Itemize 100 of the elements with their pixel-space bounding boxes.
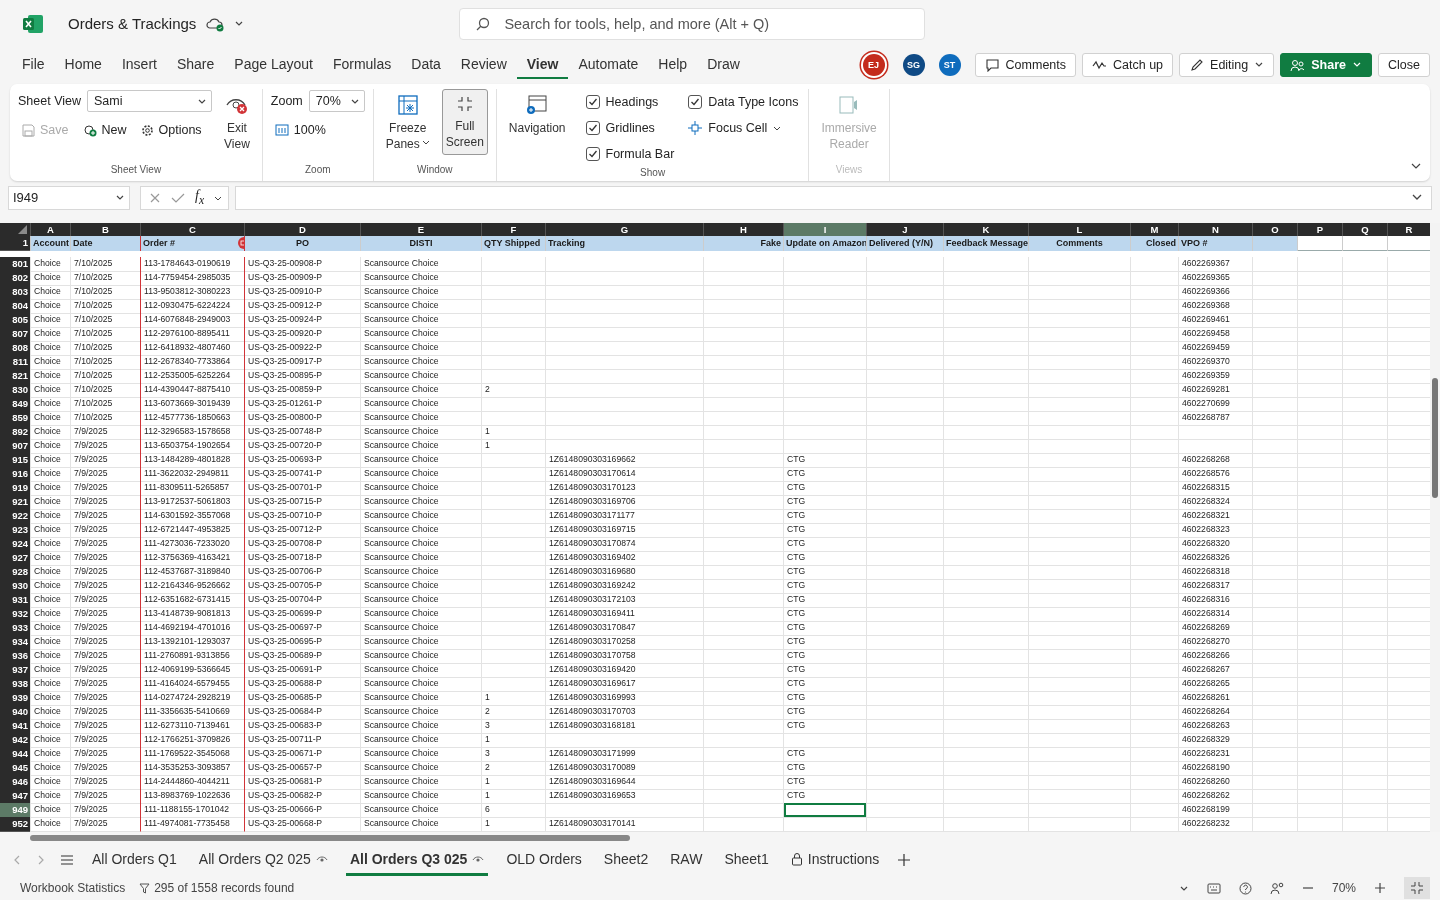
column-header[interactable]: J bbox=[866, 222, 943, 236]
menu-tab[interactable]: File bbox=[12, 50, 55, 80]
options-button[interactable]: Options bbox=[136, 121, 206, 140]
table-cell: 1Z6148090303171177 bbox=[545, 508, 703, 524]
user-avatar[interactable]: ST bbox=[938, 53, 961, 76]
table-cell: 1Z6148090303170758 bbox=[545, 648, 703, 664]
menu-tab[interactable]: Review bbox=[450, 50, 517, 80]
column-header[interactable]: N bbox=[1178, 222, 1252, 236]
table-cell: CTG bbox=[783, 662, 866, 678]
close-button[interactable]: Close bbox=[1378, 52, 1430, 77]
column-header[interactable]: P bbox=[1297, 222, 1342, 236]
table-cell: US-Q3-25-00910-P bbox=[244, 284, 360, 300]
column-header[interactable]: F bbox=[481, 222, 545, 236]
table-cell: 1Z6148090303170123 bbox=[545, 480, 703, 496]
table-cell: 4602268320 bbox=[1178, 536, 1252, 552]
help-icon[interactable] bbox=[1238, 881, 1252, 895]
table-cell: 4602268321 bbox=[1178, 508, 1252, 524]
table-cell: Choice bbox=[30, 256, 70, 272]
document-title: Orders & Trackings bbox=[68, 15, 197, 33]
table-cell: Choice bbox=[30, 676, 70, 692]
column-header[interactable]: I bbox=[783, 222, 866, 236]
menu-tab[interactable]: Home bbox=[54, 50, 112, 80]
table-cell: Scansource Choice bbox=[360, 718, 481, 734]
new-button[interactable]: New bbox=[78, 121, 131, 140]
menu-tab[interactable]: Automate bbox=[568, 50, 649, 80]
sheet-tab[interactable]: All Orders Q3 025 bbox=[345, 844, 489, 876]
menu-icon[interactable] bbox=[60, 854, 74, 867]
column-header[interactable]: M bbox=[1130, 222, 1178, 236]
full-screen-button[interactable]: Full Screen bbox=[441, 88, 488, 155]
sheet-view-dropdown[interactable]: Sami bbox=[87, 90, 212, 113]
table-cell: Scansource Choice bbox=[360, 354, 481, 370]
sheet-tab[interactable]: Sheet2 bbox=[599, 844, 653, 876]
column-header[interactable]: E bbox=[360, 222, 481, 236]
sheet-tab[interactable]: All Orders Q2 025 bbox=[194, 844, 332, 876]
menu-tab[interactable]: Insert bbox=[111, 50, 167, 80]
table-cell: Scansource Choice bbox=[360, 578, 481, 594]
formula-input[interactable] bbox=[235, 185, 1432, 210]
exit-view-button[interactable]: Exit View bbox=[220, 88, 254, 157]
editing-button[interactable]: Editing bbox=[1179, 52, 1275, 77]
table-cell: 7/9/2025 bbox=[70, 732, 140, 748]
user-avatar[interactable]: SG bbox=[902, 53, 925, 76]
menu-tab[interactable]: Formulas bbox=[322, 50, 402, 80]
column-header[interactable]: L bbox=[1028, 222, 1130, 236]
table-cell: 4602269368 bbox=[1178, 298, 1252, 314]
sheet-tab[interactable]: All Orders Q1 bbox=[88, 844, 181, 876]
function-label[interactable]: f$_{x}$ bbox=[195, 188, 205, 208]
keyboard-icon[interactable] bbox=[1206, 882, 1221, 894]
column-header[interactable]: O bbox=[1252, 222, 1297, 236]
table-cell: 4602268231 bbox=[1178, 746, 1252, 762]
column-header[interactable]: D bbox=[244, 222, 360, 236]
navigation-button[interactable]: Navigation bbox=[504, 88, 570, 141]
row-header[interactable]: 801 bbox=[0, 256, 30, 272]
chevron-right-icon[interactable] bbox=[36, 854, 46, 867]
sheet-tab[interactable]: RAW bbox=[666, 844, 707, 876]
menu-tab[interactable]: Share bbox=[166, 50, 225, 80]
user-avatar[interactable]: EJ bbox=[862, 53, 885, 76]
column-header[interactable]: C bbox=[140, 222, 244, 236]
chevron-left-icon[interactable] bbox=[12, 854, 22, 867]
table-cell: 7/9/2025 bbox=[70, 634, 140, 650]
column-header[interactable]: B bbox=[70, 222, 140, 236]
name-box[interactable]: I949 bbox=[8, 185, 130, 210]
table-cell: 1 bbox=[481, 424, 545, 440]
table-cell: 1Z6148090303169706 bbox=[545, 494, 703, 510]
table-cell: Scansource Choice bbox=[360, 522, 481, 538]
column-header[interactable]: K bbox=[943, 222, 1028, 236]
column-header[interactable]: Q bbox=[1342, 222, 1387, 236]
table-cell: US-Q3-25-00712-P bbox=[244, 522, 360, 538]
table-cell: 4602269461 bbox=[1178, 312, 1252, 328]
sheet-tab[interactable]: Sheet1 bbox=[720, 844, 773, 876]
column-header[interactable]: G bbox=[545, 222, 703, 236]
menu-tab[interactable]: Draw bbox=[697, 50, 750, 80]
menu-tab[interactable]: Data bbox=[401, 50, 451, 80]
checkbox[interactable]: Formula Bar bbox=[583, 140, 677, 167]
checkbox[interactable]: Headings bbox=[583, 88, 677, 115]
checkbox[interactable]: Data Type Icons bbox=[686, 88, 801, 115]
comments-button[interactable]: Comments bbox=[974, 52, 1076, 77]
table-cell: US-Q3-25-00701-P bbox=[244, 480, 360, 496]
menu-tab[interactable]: View bbox=[516, 50, 569, 80]
share-button[interactable]: Share bbox=[1280, 52, 1373, 77]
sheet-tab[interactable]: OLD Orders bbox=[502, 844, 586, 876]
menu-tab[interactable]: Page Layout bbox=[224, 50, 323, 80]
exit-full-screen-button[interactable] bbox=[1404, 877, 1430, 899]
zoom-dropdown[interactable]: 70% bbox=[308, 90, 365, 113]
people-feedback-icon[interactable] bbox=[1269, 881, 1284, 895]
zoom-100-button[interactable]: 100% bbox=[270, 121, 330, 140]
focus-cell-button[interactable]: Focus Cell bbox=[686, 114, 801, 141]
workbook-statistics-button[interactable]: Workbook Statistics bbox=[20, 881, 126, 895]
active-cell[interactable] bbox=[783, 802, 866, 818]
table-cell: 7/9/2025 bbox=[70, 494, 140, 510]
checkbox[interactable]: Gridlines bbox=[583, 114, 677, 141]
plus-icon[interactable] bbox=[897, 853, 912, 868]
sheet-tab[interactable]: Instructions bbox=[786, 844, 884, 876]
menu-tab[interactable]: Help bbox=[648, 50, 698, 80]
table-cell: 1Z6148090303170089 bbox=[545, 760, 703, 776]
freeze-panes-button[interactable]: Freeze Panes bbox=[381, 88, 434, 157]
zoom-level[interactable]: 70% bbox=[1331, 881, 1356, 895]
zoom-in-icon[interactable] bbox=[1374, 882, 1386, 894]
search-field[interactable]: Search for tools, help, and more (Alt + Q) bbox=[459, 7, 926, 40]
column-header[interactable]: A bbox=[30, 222, 70, 236]
catchup-button[interactable]: Catch up bbox=[1082, 52, 1174, 77]
